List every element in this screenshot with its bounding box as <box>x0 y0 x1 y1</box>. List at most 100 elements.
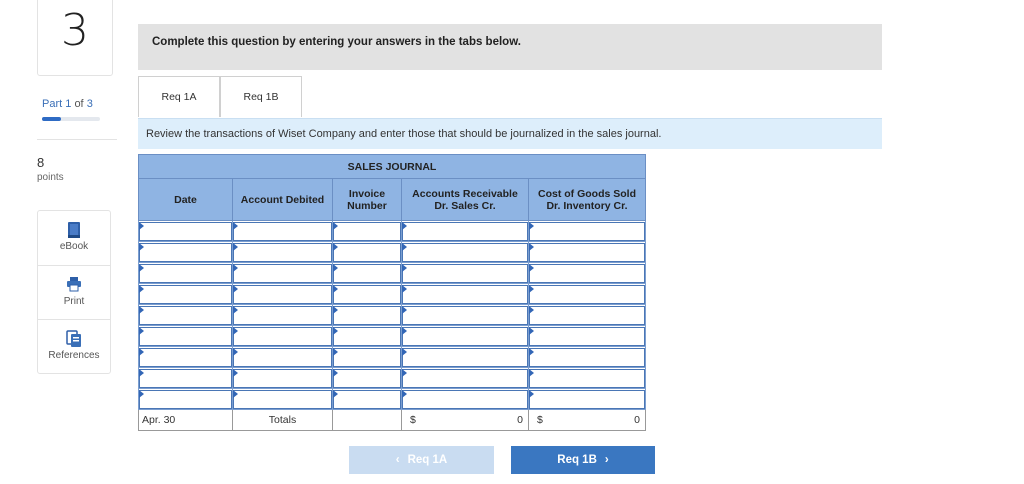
cogs-input[interactable] <box>529 347 645 367</box>
ar-input[interactable] <box>402 305 528 325</box>
part-progress-bar <box>42 117 100 121</box>
header-cogs-line1: Cost of Goods Sold <box>538 187 636 200</box>
dropdown-marker-icon <box>333 285 338 293</box>
journal-cell <box>138 220 233 242</box>
part-of: of <box>74 98 84 110</box>
journal-cell <box>332 325 402 347</box>
part-word: Part <box>42 98 63 110</box>
date-input[interactable] <box>139 221 232 241</box>
print-label: Print <box>63 296 85 307</box>
account-input[interactable] <box>233 221 332 241</box>
references-button[interactable]: References <box>38 319 110 373</box>
account-input[interactable] <box>233 326 332 346</box>
prev-req-button[interactable]: ‹ Req 1A <box>349 446 494 474</box>
dropdown-marker-icon <box>139 390 144 398</box>
invoice-input[interactable] <box>333 242 401 262</box>
journal-cell <box>401 388 529 410</box>
journal-cell <box>401 283 529 305</box>
cogs-input[interactable] <box>529 368 645 388</box>
invoice-input[interactable] <box>333 347 401 367</box>
cogs-input[interactable] <box>529 284 645 304</box>
ar-input[interactable] <box>402 347 528 367</box>
ar-input[interactable] <box>402 284 528 304</box>
ar-input[interactable] <box>402 263 528 283</box>
account-input[interactable] <box>233 389 332 409</box>
account-input[interactable] <box>233 284 332 304</box>
cogs-input[interactable] <box>529 242 645 262</box>
header-accounts-receivable: Accounts Receivable Dr. Sales Cr. <box>401 178 529 221</box>
dropdown-marker-icon <box>402 369 407 377</box>
ebook-button[interactable]: eBook <box>38 211 110 265</box>
date-input[interactable] <box>139 326 232 346</box>
ar-input[interactable] <box>402 242 528 262</box>
journal-cell <box>232 220 333 242</box>
date-input[interactable] <box>139 284 232 304</box>
journal-entry-row <box>138 346 646 368</box>
invoice-input[interactable] <box>333 221 401 241</box>
account-input[interactable] <box>233 263 332 283</box>
date-input[interactable] <box>139 389 232 409</box>
ar-input[interactable] <box>402 368 528 388</box>
account-input[interactable] <box>233 305 332 325</box>
tab-req-1b[interactable]: Req 1B <box>220 76 302 117</box>
dropdown-marker-icon <box>233 222 238 230</box>
invoice-input[interactable] <box>333 263 401 283</box>
journal-cell <box>138 304 233 326</box>
dropdown-marker-icon <box>233 390 238 398</box>
dropdown-marker-icon <box>529 369 534 377</box>
dropdown-marker-icon <box>402 264 407 272</box>
date-input[interactable] <box>139 263 232 283</box>
totals-cogs-value: 0 <box>634 414 640 426</box>
journal-cell <box>528 241 646 263</box>
dropdown-marker-icon <box>333 306 338 314</box>
prev-req-label: Req 1A <box>407 454 448 466</box>
dropdown-marker-icon <box>529 390 534 398</box>
cogs-input[interactable] <box>529 389 645 409</box>
invoice-input[interactable] <box>333 284 401 304</box>
dropdown-marker-icon <box>139 222 144 230</box>
date-input[interactable] <box>139 305 232 325</box>
journal-cell <box>332 388 402 410</box>
next-req-button[interactable]: Req 1B › <box>511 446 655 474</box>
ar-input[interactable] <box>402 326 528 346</box>
ar-input[interactable] <box>402 389 528 409</box>
dropdown-marker-icon <box>402 306 407 314</box>
totals-ar-value: 0 <box>517 414 523 426</box>
invoice-input[interactable] <box>333 326 401 346</box>
cogs-input[interactable] <box>529 305 645 325</box>
journal-cell <box>138 325 233 347</box>
dropdown-marker-icon <box>233 264 238 272</box>
cogs-input[interactable] <box>529 263 645 283</box>
part-total: 3 <box>86 98 93 110</box>
header-account-debited: Account Debited <box>232 178 333 221</box>
instructions-banner: Complete this question by entering your … <box>138 24 882 70</box>
ar-input[interactable] <box>402 221 528 241</box>
date-input[interactable] <box>139 368 232 388</box>
journal-cell <box>332 241 402 263</box>
dropdown-marker-icon <box>139 243 144 251</box>
account-input[interactable] <box>233 242 332 262</box>
journal-cell <box>401 304 529 326</box>
journal-cell <box>332 283 402 305</box>
journal-cell <box>528 283 646 305</box>
print-button[interactable]: Print <box>38 265 110 319</box>
date-input[interactable] <box>139 347 232 367</box>
dropdown-marker-icon <box>139 285 144 293</box>
account-input[interactable] <box>233 368 332 388</box>
invoice-input[interactable] <box>333 389 401 409</box>
instructions-text: Review the transactions of Wiset Company… <box>146 128 662 140</box>
dropdown-marker-icon <box>333 390 338 398</box>
cogs-input[interactable] <box>529 221 645 241</box>
question-number-box: 3 <box>37 0 113 76</box>
journal-cell <box>401 241 529 263</box>
dropdown-marker-icon <box>233 369 238 377</box>
journal-cell <box>138 346 233 368</box>
tab-req-1a[interactable]: Req 1A <box>138 76 220 117</box>
totals-ar-currency: $ <box>410 414 416 426</box>
invoice-input[interactable] <box>333 368 401 388</box>
invoice-input[interactable] <box>333 305 401 325</box>
date-input[interactable] <box>139 242 232 262</box>
cogs-input[interactable] <box>529 326 645 346</box>
account-input[interactable] <box>233 347 332 367</box>
totals-cogs-cell: $ 0 <box>528 409 646 431</box>
